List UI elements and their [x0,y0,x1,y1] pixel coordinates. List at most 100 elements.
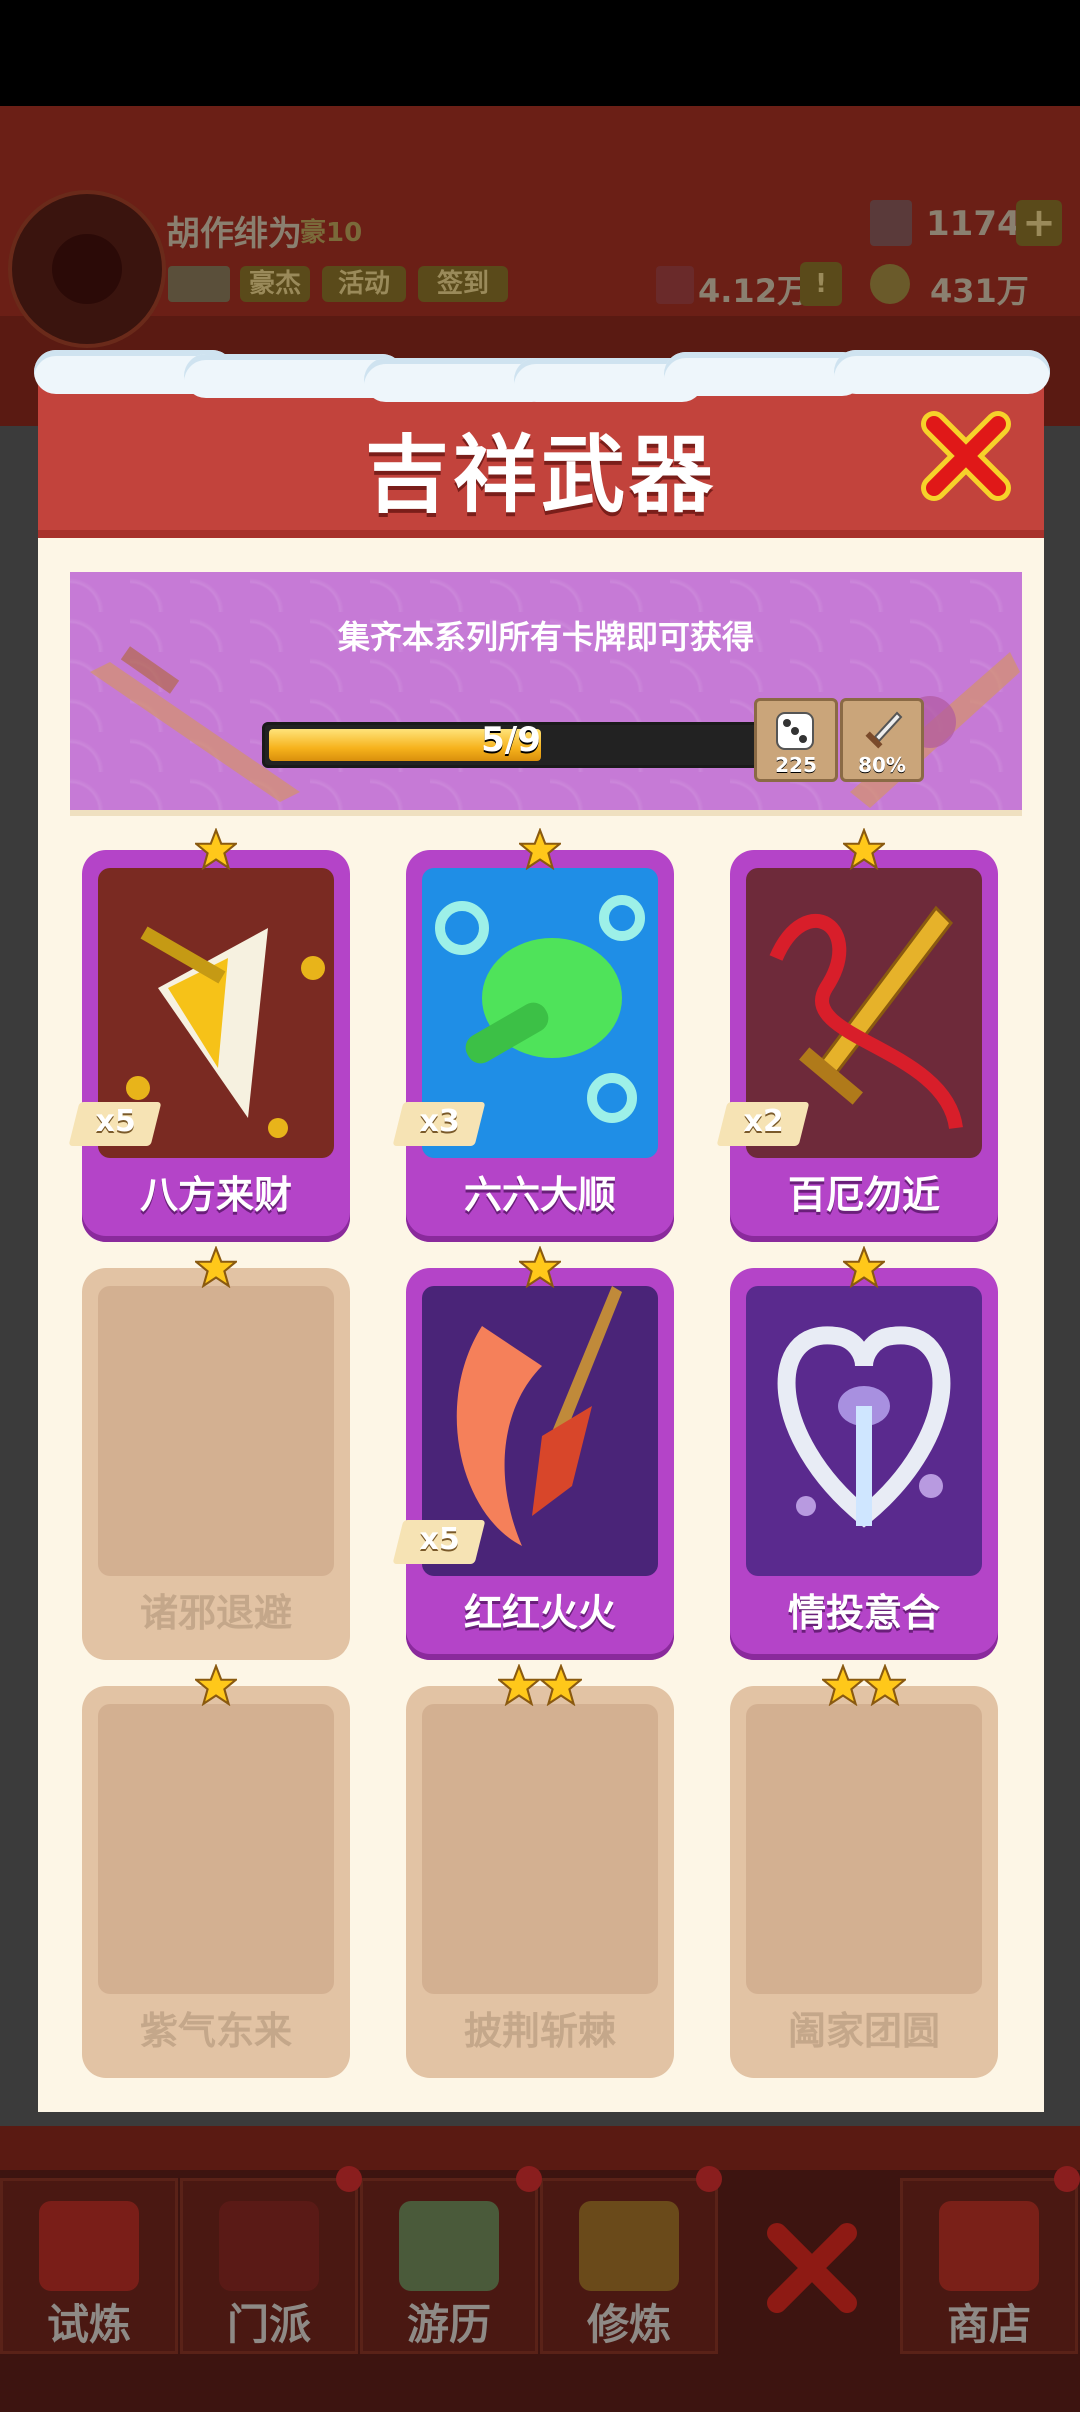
reward-sword[interactable]: 80% [840,698,924,782]
events-button[interactable]: 活动 [322,266,406,302]
card-stars [82,827,350,872]
nav-label: 试炼 [46,2300,131,2349]
nav-travel[interactable]: 游历 [360,2178,538,2354]
alert-button[interactable]: ! [800,262,842,306]
avatar-face [52,234,122,304]
card-stars [730,1245,998,1290]
card-count-badge: x5 [68,1102,162,1146]
nav-close-icon[interactable] [762,2218,862,2318]
power-value: 4.12万 [698,272,809,310]
card-stars [730,1663,998,1708]
star-icon [538,1663,584,1707]
locked-card-placeholder [422,1704,658,1994]
snow-decoration [34,350,1050,402]
card-stars [730,827,998,872]
collection-progress-label: 5/9 [481,720,541,760]
banner-description: 集齐本系列所有卡牌即可获得 [337,618,754,656]
card-name: 情投意合 [787,1591,940,1635]
card-count: x3 [419,1104,460,1139]
nav-label: 门派 [226,2300,311,2349]
card-name: 六六大顺 [463,1173,616,1217]
star-icon [841,1245,887,1289]
weapon-card[interactable]: 诸邪退避 [82,1245,350,1660]
weapon-card[interactable]: 阖家团圆 [730,1663,998,2078]
card-name: 八方来财 [139,1173,292,1217]
status-bar [0,0,1080,106]
reward-dice[interactable]: 225 [754,698,838,782]
nav-shop[interactable]: 商店 [900,2178,1078,2354]
nav-trial[interactable]: 试炼 [0,2178,178,2354]
player-avatar[interactable] [8,190,166,348]
notification-dot [516,2166,542,2192]
card-count-badge: x3 [392,1102,486,1146]
card-count: x5 [419,1522,460,1557]
add-gems-button[interactable]: + [1016,200,1062,246]
locked-card-placeholder [98,1286,334,1576]
star-icon [862,1663,908,1707]
card-stars [82,1245,350,1290]
dice-icon [776,712,814,750]
card-name: 百厄勿近 [787,1173,940,1217]
reward-value: 225 [775,753,817,777]
card-stars [406,1245,674,1290]
card-stars [406,1663,674,1708]
nav-label: 商店 [946,2300,1031,2349]
gem-count: 1174 [926,204,1021,244]
star-icon [820,1663,866,1707]
star-icon [193,1245,239,1289]
notification-dot [336,2166,362,2192]
card-name: 披荆斩棘 [463,2009,616,2053]
card-name: 紫气东来 [139,2009,292,2053]
checkin-button[interactable]: 签到 [418,266,508,302]
coin-icon [870,264,910,304]
weapon-card[interactable]: 紫气东来 [82,1663,350,2078]
nav-label: 游历 [406,2300,491,2349]
player-rank: 豪10 [300,218,363,248]
star-icon [193,1663,239,1707]
power-icon [656,266,694,304]
card-stars [406,827,674,872]
weapon-card[interactable]: x5 八方来财 [68,827,350,1242]
heroes-button[interactable]: 豪杰 [240,266,310,302]
card-stars [82,1663,350,1708]
firecracker-icon [39,2201,139,2291]
weapon-card[interactable]: 披荆斩棘 [406,1663,674,2078]
card-count-badge: x2 [716,1102,810,1146]
book-icon [579,2201,679,2291]
mail-icon[interactable] [168,266,230,302]
heart-sword-art [746,1286,982,1576]
notification-dot [696,2166,722,2192]
star-icon [517,1245,563,1289]
locked-card-placeholder [746,1704,982,1994]
star-icon [841,827,887,871]
star-icon [193,827,239,871]
card-count-badge: x5 [392,1520,486,1564]
card-count: x5 [95,1104,136,1139]
player-name: 胡作绯为 [166,214,302,254]
reward-value: 80% [858,753,906,777]
shop-icon [939,2201,1039,2291]
card-name: 诸邪退避 [139,1591,292,1635]
nav-label: 修炼 [586,2300,671,2349]
notification-dot [1054,2166,1080,2192]
card-name: 红红火火 [463,1591,616,1635]
weapon-card[interactable]: x3 六六大顺 [392,827,674,1242]
weapon-card[interactable]: 情投意合 [730,1245,998,1660]
coin-count: 431万 [930,272,1029,310]
star-icon [517,827,563,871]
close-icon [921,411,1011,501]
nav-sect[interactable]: 门派 [180,2178,358,2354]
star-icon [496,1663,542,1707]
weapon-card[interactable]: x5 红红火火 [392,1245,674,1660]
sword-icon [865,711,903,749]
close-button[interactable] [918,408,1014,504]
modal-title: 吉祥武器 [364,426,717,524]
mountain-icon [399,2201,499,2291]
sect-gate-icon [219,2201,319,2291]
weapon-card[interactable]: x2 百厄勿近 [716,827,998,1242]
locked-card-placeholder [98,1704,334,1994]
gem-icon [870,200,912,246]
nav-cultivate[interactable]: 修炼 [540,2178,718,2354]
card-count: x2 [743,1104,784,1139]
card-name: 阖家团圆 [787,2009,940,2053]
